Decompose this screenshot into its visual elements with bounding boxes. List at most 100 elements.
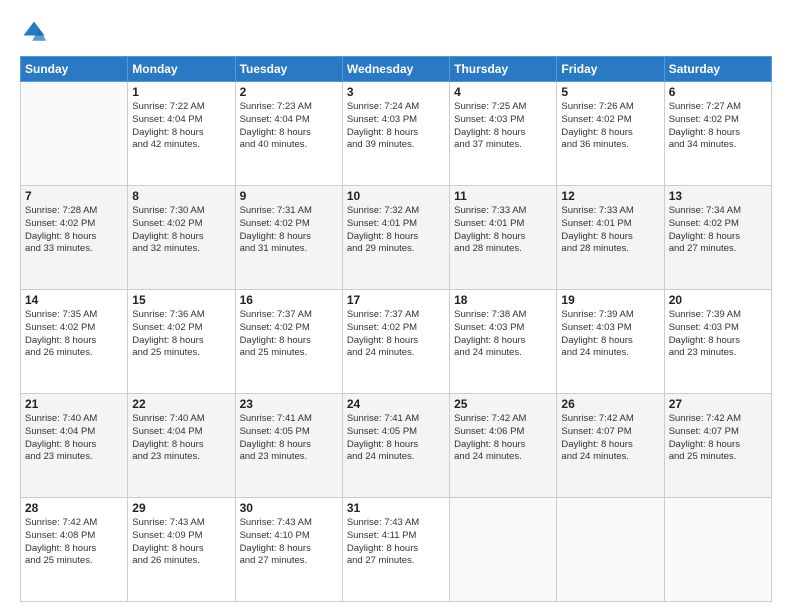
day-info: Sunrise: 7:41 AMSunset: 4:05 PMDaylight:… bbox=[347, 413, 445, 464]
calendar-cell: 26 Sunrise: 7:42 AMSunset: 4:07 PMDayligh… bbox=[557, 394, 664, 498]
day-number: 2 bbox=[240, 85, 338, 99]
logo bbox=[20, 18, 52, 46]
calendar-cell: 8 Sunrise: 7:30 AMSunset: 4:02 PMDaylight… bbox=[128, 186, 235, 290]
calendar-header: SundayMondayTuesdayWednesdayThursdayFrid… bbox=[21, 57, 772, 82]
weekday-header-saturday: Saturday bbox=[664, 57, 771, 82]
day-info: Sunrise: 7:43 AMSunset: 4:10 PMDaylight:… bbox=[240, 517, 338, 568]
calendar-cell: 4 Sunrise: 7:25 AMSunset: 4:03 PMDaylight… bbox=[450, 82, 557, 186]
weekday-header-monday: Monday bbox=[128, 57, 235, 82]
day-number: 30 bbox=[240, 501, 338, 515]
calendar-cell: 16 Sunrise: 7:37 AMSunset: 4:02 PMDayligh… bbox=[235, 290, 342, 394]
day-number: 15 bbox=[132, 293, 230, 307]
calendar-cell: 18 Sunrise: 7:38 AMSunset: 4:03 PMDayligh… bbox=[450, 290, 557, 394]
day-info: Sunrise: 7:35 AMSunset: 4:02 PMDaylight:… bbox=[25, 309, 123, 360]
day-info: Sunrise: 7:28 AMSunset: 4:02 PMDaylight:… bbox=[25, 205, 123, 256]
calendar-cell: 23 Sunrise: 7:41 AMSunset: 4:05 PMDayligh… bbox=[235, 394, 342, 498]
calendar-cell: 7Sunrise: 7:28 AMSunset: 4:02 PMDaylight… bbox=[21, 186, 128, 290]
page: SundayMondayTuesdayWednesdayThursdayFrid… bbox=[0, 0, 792, 612]
day-info: Sunrise: 7:42 AMSunset: 4:07 PMDaylight:… bbox=[561, 413, 659, 464]
calendar-cell bbox=[664, 498, 771, 602]
calendar-cell: 19 Sunrise: 7:39 AMSunset: 4:03 PMDayligh… bbox=[557, 290, 664, 394]
day-number: 17 bbox=[347, 293, 445, 307]
calendar-week-row: 21 Sunrise: 7:40 AMSunset: 4:04 PMDayligh… bbox=[21, 394, 772, 498]
weekday-header-wednesday: Wednesday bbox=[342, 57, 449, 82]
day-number: 14 bbox=[25, 293, 123, 307]
calendar-cell: 27 Sunrise: 7:42 AMSunset: 4:07 PMDayligh… bbox=[664, 394, 771, 498]
day-info: Sunrise: 7:43 AMSunset: 4:09 PMDaylight:… bbox=[132, 517, 230, 568]
weekday-header-row: SundayMondayTuesdayWednesdayThursdayFrid… bbox=[21, 57, 772, 82]
logo-icon bbox=[20, 18, 48, 46]
day-number: 19 bbox=[561, 293, 659, 307]
calendar-week-row: 14 Sunrise: 7:35 AMSunset: 4:02 PMDayligh… bbox=[21, 290, 772, 394]
day-number: 10 bbox=[347, 189, 445, 203]
calendar-body: 1 Sunrise: 7:22 AMSunset: 4:04 PMDaylight… bbox=[21, 82, 772, 602]
calendar-cell: 2 Sunrise: 7:23 AMSunset: 4:04 PMDaylight… bbox=[235, 82, 342, 186]
day-number: 29 bbox=[132, 501, 230, 515]
day-info: Sunrise: 7:25 AMSunset: 4:03 PMDaylight:… bbox=[454, 101, 552, 152]
day-info: Sunrise: 7:40 AMSunset: 4:04 PMDaylight:… bbox=[25, 413, 123, 464]
day-info: Sunrise: 7:34 AMSunset: 4:02 PMDaylight:… bbox=[669, 205, 767, 256]
calendar-week-row: 7Sunrise: 7:28 AMSunset: 4:02 PMDaylight… bbox=[21, 186, 772, 290]
calendar-cell: 5 Sunrise: 7:26 AMSunset: 4:02 PMDaylight… bbox=[557, 82, 664, 186]
day-number: 23 bbox=[240, 397, 338, 411]
day-info: Sunrise: 7:40 AMSunset: 4:04 PMDaylight:… bbox=[132, 413, 230, 464]
calendar-cell: 21 Sunrise: 7:40 AMSunset: 4:04 PMDayligh… bbox=[21, 394, 128, 498]
weekday-header-tuesday: Tuesday bbox=[235, 57, 342, 82]
day-info: Sunrise: 7:39 AMSunset: 4:03 PMDaylight:… bbox=[669, 309, 767, 360]
day-number: 16 bbox=[240, 293, 338, 307]
day-info: Sunrise: 7:22 AMSunset: 4:04 PMDaylight:… bbox=[132, 101, 230, 152]
calendar-cell: 9Sunrise: 7:31 AMSunset: 4:02 PMDaylight… bbox=[235, 186, 342, 290]
day-info: Sunrise: 7:24 AMSunset: 4:03 PMDaylight:… bbox=[347, 101, 445, 152]
calendar-cell: 30 Sunrise: 7:43 AMSunset: 4:10 PMDayligh… bbox=[235, 498, 342, 602]
day-info: Sunrise: 7:33 AMSunset: 4:01 PMDaylight:… bbox=[454, 205, 552, 256]
calendar-table: SundayMondayTuesdayWednesdayThursdayFrid… bbox=[20, 56, 772, 602]
calendar-cell: 3 Sunrise: 7:24 AMSunset: 4:03 PMDaylight… bbox=[342, 82, 449, 186]
day-info: Sunrise: 7:41 AMSunset: 4:05 PMDaylight:… bbox=[240, 413, 338, 464]
calendar-cell: 13 Sunrise: 7:34 AMSunset: 4:02 PMDayligh… bbox=[664, 186, 771, 290]
day-info: Sunrise: 7:39 AMSunset: 4:03 PMDaylight:… bbox=[561, 309, 659, 360]
weekday-header-sunday: Sunday bbox=[21, 57, 128, 82]
day-number: 31 bbox=[347, 501, 445, 515]
day-info: Sunrise: 7:42 AMSunset: 4:08 PMDaylight:… bbox=[25, 517, 123, 568]
day-info: Sunrise: 7:37 AMSunset: 4:02 PMDaylight:… bbox=[240, 309, 338, 360]
day-number: 26 bbox=[561, 397, 659, 411]
day-number: 3 bbox=[347, 85, 445, 99]
day-number: 9 bbox=[240, 189, 338, 203]
day-info: Sunrise: 7:33 AMSunset: 4:01 PMDaylight:… bbox=[561, 205, 659, 256]
day-number: 1 bbox=[132, 85, 230, 99]
day-info: Sunrise: 7:23 AMSunset: 4:04 PMDaylight:… bbox=[240, 101, 338, 152]
day-number: 8 bbox=[132, 189, 230, 203]
calendar-cell: 22 Sunrise: 7:40 AMSunset: 4:04 PMDayligh… bbox=[128, 394, 235, 498]
day-info: Sunrise: 7:32 AMSunset: 4:01 PMDaylight:… bbox=[347, 205, 445, 256]
day-number: 6 bbox=[669, 85, 767, 99]
day-number: 25 bbox=[454, 397, 552, 411]
calendar-cell: 29 Sunrise: 7:43 AMSunset: 4:09 PMDayligh… bbox=[128, 498, 235, 602]
day-info: Sunrise: 7:26 AMSunset: 4:02 PMDaylight:… bbox=[561, 101, 659, 152]
header bbox=[20, 18, 772, 46]
day-number: 22 bbox=[132, 397, 230, 411]
calendar-cell: 10 Sunrise: 7:32 AMSunset: 4:01 PMDayligh… bbox=[342, 186, 449, 290]
day-info: Sunrise: 7:37 AMSunset: 4:02 PMDaylight:… bbox=[347, 309, 445, 360]
calendar-cell: 6Sunrise: 7:27 AMSunset: 4:02 PMDaylight… bbox=[664, 82, 771, 186]
calendar-cell: 15Sunrise: 7:36 AMSunset: 4:02 PMDayligh… bbox=[128, 290, 235, 394]
calendar-cell: 11 Sunrise: 7:33 AMSunset: 4:01 PMDayligh… bbox=[450, 186, 557, 290]
day-number: 21 bbox=[25, 397, 123, 411]
day-number: 27 bbox=[669, 397, 767, 411]
weekday-header-thursday: Thursday bbox=[450, 57, 557, 82]
calendar-week-row: 1 Sunrise: 7:22 AMSunset: 4:04 PMDaylight… bbox=[21, 82, 772, 186]
day-info: Sunrise: 7:30 AMSunset: 4:02 PMDaylight:… bbox=[132, 205, 230, 256]
day-number: 4 bbox=[454, 85, 552, 99]
day-number: 5 bbox=[561, 85, 659, 99]
calendar-cell: 31Sunrise: 7:43 AMSunset: 4:11 PMDayligh… bbox=[342, 498, 449, 602]
calendar-cell bbox=[557, 498, 664, 602]
day-number: 28 bbox=[25, 501, 123, 515]
day-info: Sunrise: 7:42 AMSunset: 4:07 PMDaylight:… bbox=[669, 413, 767, 464]
day-number: 11 bbox=[454, 189, 552, 203]
day-info: Sunrise: 7:42 AMSunset: 4:06 PMDaylight:… bbox=[454, 413, 552, 464]
day-number: 18 bbox=[454, 293, 552, 307]
calendar-cell bbox=[21, 82, 128, 186]
day-number: 20 bbox=[669, 293, 767, 307]
day-info: Sunrise: 7:38 AMSunset: 4:03 PMDaylight:… bbox=[454, 309, 552, 360]
calendar-cell: 20 Sunrise: 7:39 AMSunset: 4:03 PMDayligh… bbox=[664, 290, 771, 394]
day-number: 13 bbox=[669, 189, 767, 203]
